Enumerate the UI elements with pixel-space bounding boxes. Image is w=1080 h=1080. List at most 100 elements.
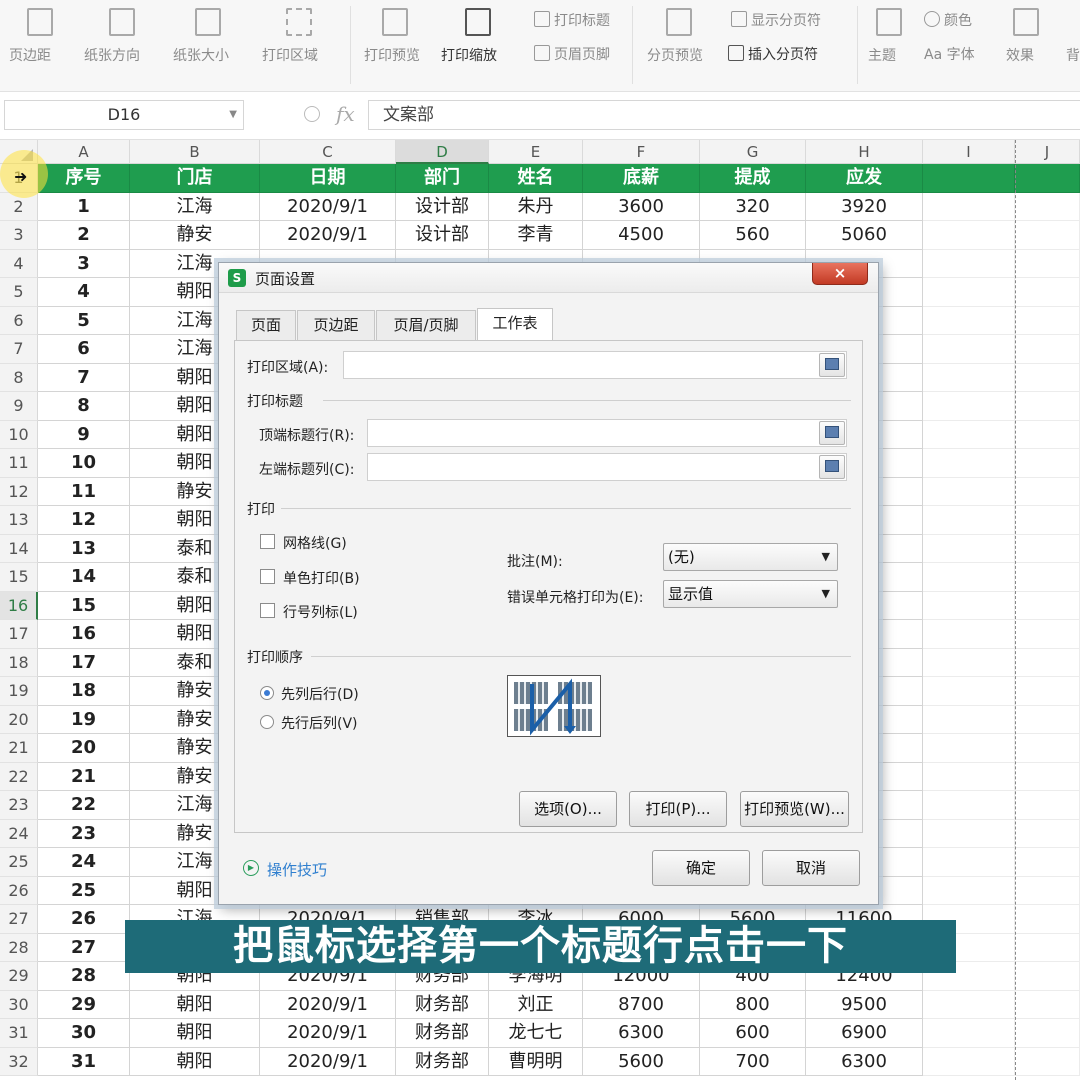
table-cell[interactable]: 8	[38, 392, 130, 421]
row-header[interactable]: 10	[0, 420, 38, 449]
print-preview-icon[interactable]	[382, 8, 408, 36]
table-cell[interactable]: 朝阳	[130, 1019, 260, 1048]
fx-icon[interactable]: fx	[336, 102, 355, 126]
table-cell[interactable]: 7	[38, 363, 130, 392]
table-cell[interactable]: 31	[38, 1047, 130, 1076]
table-cell[interactable]	[923, 876, 1015, 905]
row-header[interactable]: 27	[0, 905, 38, 934]
table-cell[interactable]: 曹明明	[489, 1047, 583, 1076]
table-cell[interactable]: 2020/9/1	[260, 192, 396, 221]
row-header[interactable]: 20	[0, 705, 38, 734]
paper-size-icon[interactable]	[195, 8, 221, 36]
table-cell[interactable]: 25	[38, 876, 130, 905]
comments-select[interactable]: (无) ▼	[663, 543, 838, 571]
effects-icon[interactable]	[1013, 8, 1039, 36]
table-cell[interactable]	[1015, 990, 1080, 1019]
table-cell[interactable]	[1015, 278, 1080, 307]
table-cell[interactable]: 江海	[130, 192, 260, 221]
order-down-then-over-radio[interactable]	[260, 686, 274, 700]
row-header[interactable]: 32	[0, 1047, 38, 1076]
row-header[interactable]: 12	[0, 477, 38, 506]
show-page-breaks-checkbox[interactable]: 显示分页符	[731, 10, 821, 30]
column-header-d[interactable]: D	[396, 140, 489, 164]
column-header-g[interactable]: G	[700, 140, 806, 164]
table-cell[interactable]: 21	[38, 762, 130, 791]
column-header-i[interactable]: I	[923, 140, 1015, 164]
row-header[interactable]: 24	[0, 819, 38, 848]
print-scale-icon[interactable]	[465, 8, 491, 36]
margins-button[interactable]: 页边距	[9, 45, 51, 65]
table-cell[interactable]	[923, 705, 1015, 734]
table-cell[interactable]: 19	[38, 705, 130, 734]
row-header[interactable]: 7	[0, 335, 38, 364]
row-header[interactable]: 16	[0, 591, 38, 620]
tab-header-footer[interactable]: 页眉/页脚	[376, 310, 476, 340]
table-cell[interactable]: 13	[38, 534, 130, 563]
table-cell[interactable]: 财务部	[396, 1047, 489, 1076]
table-cell[interactable]: 5060	[806, 221, 923, 250]
row-header[interactable]: 25	[0, 848, 38, 877]
row-header[interactable]: 15	[0, 563, 38, 592]
table-cell[interactable]: 6	[38, 335, 130, 364]
print-area-input[interactable]	[343, 351, 847, 379]
table-cell[interactable]	[1015, 420, 1080, 449]
header-cell[interactable]	[923, 164, 1015, 193]
table-cell[interactable]: 3	[38, 249, 130, 278]
table-cell[interactable]	[1015, 192, 1080, 221]
table-cell[interactable]	[923, 563, 1015, 592]
row-header[interactable]: 6	[0, 306, 38, 335]
table-cell[interactable]: 27	[38, 933, 130, 962]
header-cell[interactable]: 序号	[38, 164, 130, 193]
table-cell[interactable]: 2020/9/1	[260, 221, 396, 250]
row-header[interactable]: 26	[0, 876, 38, 905]
header-cell[interactable]: 底薪	[583, 164, 700, 193]
table-cell[interactable]: 财务部	[396, 990, 489, 1019]
table-cell[interactable]	[1015, 335, 1080, 364]
table-cell[interactable]	[1015, 591, 1080, 620]
table-cell[interactable]: 23	[38, 819, 130, 848]
paper-size-button[interactable]: 纸张大小	[173, 45, 229, 65]
column-header-a[interactable]: A	[38, 140, 130, 164]
table-cell[interactable]	[1015, 762, 1080, 791]
table-cell[interactable]	[1015, 848, 1080, 877]
print-button[interactable]: 打印(P)...	[629, 791, 727, 827]
row-header[interactable]: 28	[0, 933, 38, 962]
row-header[interactable]: 13	[0, 506, 38, 535]
table-cell[interactable]: 3600	[583, 192, 700, 221]
table-cell[interactable]: 24	[38, 848, 130, 877]
row-header[interactable]: 3	[0, 221, 38, 250]
colors-button[interactable]: 颜色	[924, 10, 972, 30]
page-break-preview-button[interactable]: 分页预览	[647, 45, 703, 65]
table-cell[interactable]: 设计部	[396, 221, 489, 250]
insert-page-break-button[interactable]: 插入分页符	[728, 44, 818, 64]
table-cell[interactable]: 龙七七	[489, 1019, 583, 1048]
table-cell[interactable]	[1015, 221, 1080, 250]
orientation-button[interactable]: 纸张方向	[84, 45, 140, 65]
print-area-picker-button[interactable]	[819, 353, 845, 377]
table-cell[interactable]	[923, 791, 1015, 820]
table-cell[interactable]: 朱丹	[489, 192, 583, 221]
table-cell[interactable]	[923, 335, 1015, 364]
row-header[interactable]: 21	[0, 734, 38, 763]
table-cell[interactable]	[923, 192, 1015, 221]
print-preview-dialog-button[interactable]: 打印预览(W)...	[740, 791, 849, 827]
mono-print-checkbox[interactable]	[260, 569, 275, 584]
table-cell[interactable]: 3920	[806, 192, 923, 221]
page-break-preview-icon[interactable]	[666, 8, 692, 36]
dropdown-arrow-icon[interactable]: ▼	[229, 101, 237, 129]
table-cell[interactable]: 1	[38, 192, 130, 221]
table-cell[interactable]	[923, 734, 1015, 763]
table-cell[interactable]	[1015, 477, 1080, 506]
table-cell[interactable]	[1015, 1047, 1080, 1076]
print-scale-button[interactable]: 打印缩放	[441, 45, 497, 65]
tab-page[interactable]: 页面	[236, 310, 296, 340]
table-cell[interactable]: 刘正	[489, 990, 583, 1019]
table-cell[interactable]: 14	[38, 563, 130, 592]
zoom-icon[interactable]	[304, 106, 320, 122]
table-cell[interactable]: 9500	[806, 990, 923, 1019]
left-title-cols-picker-button[interactable]	[819, 455, 845, 479]
header-cell[interactable]: 门店	[130, 164, 260, 193]
table-cell[interactable]	[1015, 648, 1080, 677]
table-cell[interactable]: 6300	[806, 1047, 923, 1076]
table-cell[interactable]	[923, 506, 1015, 535]
